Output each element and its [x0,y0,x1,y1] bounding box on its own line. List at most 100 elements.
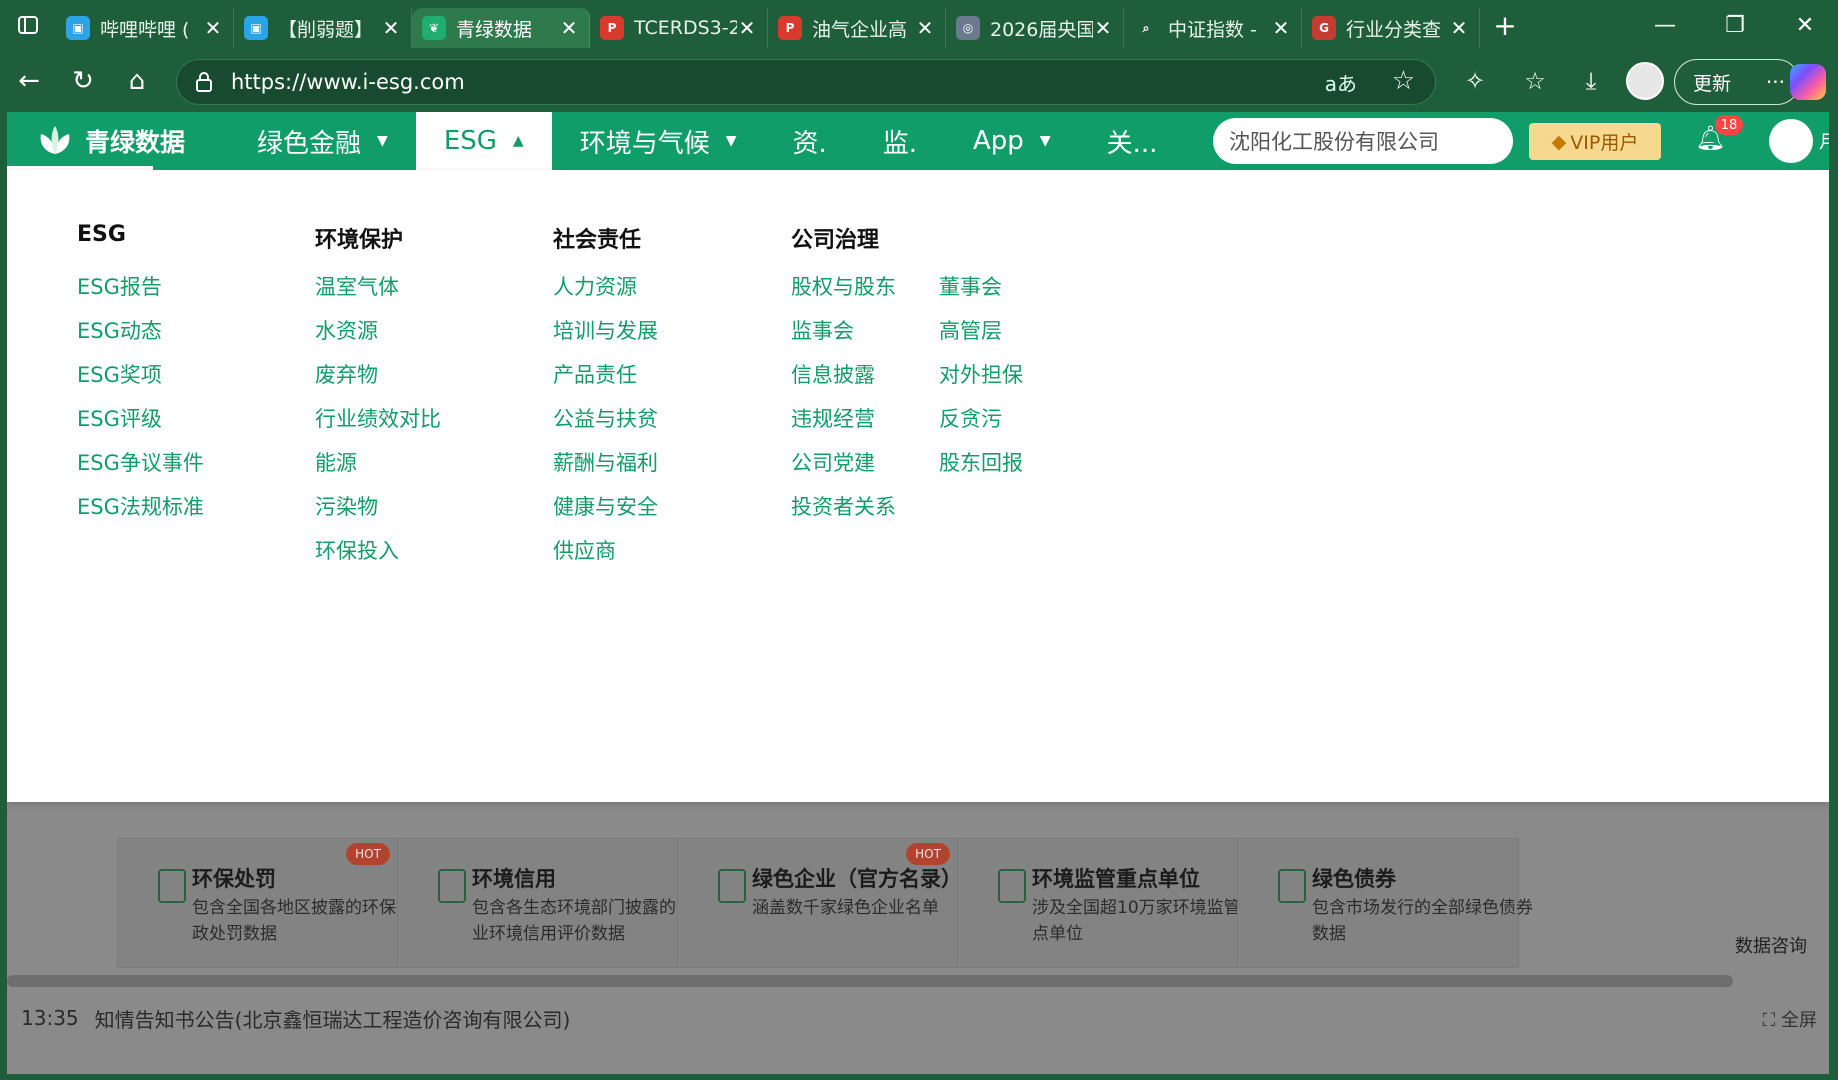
menu-link[interactable]: 违规经营 [791,404,896,448]
browser-tab[interactable]: ⌕ 中证指数 - ✕ [1124,8,1302,48]
menu-link[interactable]: 对外担保 [939,360,1023,404]
nav-item[interactable]: 绿色金融 ▼ [229,112,416,170]
menu-link[interactable]: 股权与股东 [791,272,896,316]
menu-link[interactable]: 培训与发展 [553,316,658,360]
hot-badge: HOT [906,843,950,865]
close-tab-icon[interactable]: ✕ [1449,16,1469,40]
nav-label: App [973,126,1024,156]
menu-link[interactable]: 供应商 [553,536,658,580]
browser-tab[interactable]: ◎ 2026届央国 ✕ [946,8,1124,48]
update-button[interactable]: 更新 ··· [1674,59,1800,105]
feature-card[interactable]: 绿色债券 包含市场发行的全部绿色债券数据 [1237,838,1533,968]
close-window-button[interactable]: ✕ [1770,0,1838,50]
extensions-icon[interactable]: ✧ [1448,54,1502,108]
nav-item[interactable]: 资. [764,112,854,170]
menu-link[interactable]: 股东回报 [939,448,1023,492]
menu-link[interactable]: 高管层 [939,316,1023,360]
company-search-input[interactable]: 沈阳化工股份有限公司 [1213,118,1513,164]
nav-item[interactable]: App ▼ [945,112,1079,170]
menu-column-heading: 公司治理 [791,228,880,253]
menu-link[interactable]: 公司党建 [791,448,896,492]
feature-card[interactable]: 环境信用 包含各生态环境部门披露的企业环境信用评价数据 [397,838,693,968]
feature-card-row: 环保处罚 包含全国各地区披露的环保行政处罚数据 HOT 环境信用 包含各生态环境部… [117,838,1767,968]
copilot-icon[interactable] [1790,64,1826,100]
refresh-icon[interactable]: ↻ [56,54,110,108]
close-tab-icon[interactable]: ✕ [1271,16,1291,40]
nav-label: 绿色金融 [257,128,362,159]
news-ticker[interactable]: 13:35 知情告知书公告(北京鑫恒瑞达工程造价咨询有限公司) [7,998,1829,1038]
menu-link[interactable]: 薪酬与福利 [553,448,658,492]
menu-link[interactable]: 健康与安全 [553,492,658,536]
nav-item[interactable]: 监. [855,112,945,170]
menu-link[interactable]: 行业绩效对比 [315,404,441,448]
horizontal-scrollbar[interactable] [7,975,1733,987]
menu-link[interactable]: 信息披露 [791,360,896,404]
close-tab-icon[interactable]: ✕ [203,16,223,40]
menu-link[interactable]: 投资者关系 [791,492,896,536]
menu-link[interactable]: 董事会 [939,272,1023,316]
site-logo[interactable]: 青绿数据 [35,123,185,159]
menu-link[interactable]: ESG评级 [77,404,204,448]
menu-link[interactable]: 反贪污 [939,404,1023,448]
close-tab-icon[interactable]: ✕ [559,16,579,40]
browser-tab[interactable]: P 油气企业高 ✕ [768,8,946,48]
consult-button[interactable]: 数据咨询 [1735,932,1807,958]
document-icon [718,869,746,903]
nav-item[interactable]: 环境与气候 ▼ [552,112,765,170]
tab-strip: ▣ 哔哩哔哩 (✕ ▣ 【削弱题】 ✕ ❦ 青绿数据 ✕ P TCERDS3-2 ✕ P 油气企业高 ✕ ◎… [0,0,1838,50]
profile-avatar[interactable] [1626,62,1664,100]
new-tab-button[interactable]: + [1480,0,1530,50]
browser-tab[interactable]: ▣ 【削弱题】 ✕ [234,8,412,48]
nav-item[interactable]: 关... [1079,112,1186,170]
browser-tab[interactable]: P TCERDS3-2 ✕ [590,8,768,48]
close-tab-icon[interactable]: ✕ [381,16,401,40]
browser-tab[interactable]: ❦ 青绿数据 ✕ [412,8,590,48]
menu-column-heading: ESG [77,222,126,247]
menu-link[interactable]: ESG报告 [77,272,204,316]
downloads-icon[interactable]: ⤓ [1564,54,1618,108]
menu-link[interactable]: 污染物 [315,492,441,536]
feature-card[interactable]: 绿色企业（官方名录） 涵盖数千家绿色企业名单 HOT [677,838,962,968]
close-tab-icon[interactable]: ✕ [737,16,757,40]
site-icon: G [1312,16,1336,40]
tab-title: 油气企业高 [812,18,908,41]
favorite-star-icon[interactable]: ☆ [1392,66,1415,96]
user-avatar[interactable] [1769,119,1813,163]
favorites-icon[interactable]: ☆ [1508,54,1562,108]
browser-window: ▣ 哔哩哔哩 (✕ ▣ 【削弱题】 ✕ ❦ 青绿数据 ✕ P TCERDS3-2 ✕ P 油气企业高 ✕ ◎… [0,0,1838,1080]
browser-tab[interactable]: ▣ 哔哩哔哩 (✕ [56,8,234,48]
vertical-scrollbar[interactable] [1829,112,1838,1074]
close-tab-icon[interactable]: ✕ [915,16,935,40]
nav-label: 监. [882,128,918,159]
menu-link[interactable]: 监事会 [791,316,896,360]
read-aloud-icon[interactable]: aあ [1325,68,1357,97]
tab-actions-icon[interactable] [0,0,56,50]
close-tab-icon[interactable]: ✕ [1093,16,1113,40]
menu-link[interactable]: 人力资源 [553,272,658,316]
menu-link[interactable]: 废弃物 [315,360,441,404]
home-icon[interactable]: ⌂ [110,54,164,108]
menu-link[interactable]: 能源 [315,448,441,492]
menu-link[interactable]: 公益与扶贫 [553,404,658,448]
fullscreen-button[interactable]: ⛶ 全屏 [1763,1006,1817,1032]
menu-link[interactable]: 水资源 [315,316,441,360]
more-menu-icon[interactable]: ··· [1766,70,1785,94]
menu-link[interactable]: 产品责任 [553,360,658,404]
document-icon [1278,869,1306,903]
feature-card[interactable]: 环保处罚 包含全国各地区披露的环保行政处罚数据 HOT [117,838,413,968]
restore-button[interactable]: ❐ [1700,0,1770,50]
menu-link[interactable]: ESG奖项 [77,360,204,404]
menu-link[interactable]: ESG法规标准 [77,492,204,536]
nav-item[interactable]: ESG ▲ [415,112,552,170]
vip-button[interactable]: ◆ VIP用户 [1529,123,1661,160]
menu-link[interactable]: 温室气体 [315,272,441,316]
browser-tab[interactable]: G 行业分类查 ✕ [1302,8,1480,48]
menu-column-heading [939,222,1023,252]
back-icon[interactable]: ← [2,54,56,108]
menu-link[interactable]: ESG争议事件 [77,448,204,492]
feature-card[interactable]: 环境监管重点单位 涉及全国超10万家环境监管重点单位 [957,838,1258,968]
menu-link[interactable]: ESG动态 [77,316,204,360]
minimize-button[interactable]: — [1630,0,1700,50]
menu-link[interactable]: 环保投入 [315,536,441,580]
address-bar[interactable]: https://www.i-esg.com aあ ☆ [176,59,1436,105]
